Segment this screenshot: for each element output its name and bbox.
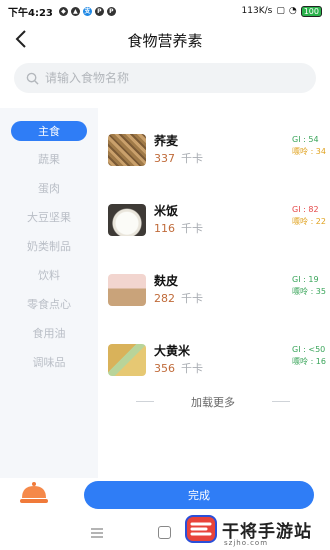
gi-info: GI : 82 嘌呤 : 22 xyxy=(292,204,326,228)
search-bar[interactable] xyxy=(14,63,316,93)
food-image-millet xyxy=(108,344,146,376)
food-calories: 282 千卡 xyxy=(154,290,203,306)
gi-value: GI : 54 xyxy=(292,135,319,144)
search-icon xyxy=(26,72,39,85)
food-list-item[interactable]: 大黄米 356 千卡 GI : <50 嘌呤 : 16 xyxy=(98,338,330,388)
category-label: 零食点心 xyxy=(27,298,71,311)
category-item-egg-meat[interactable]: 蛋肉 xyxy=(0,177,98,199)
gi-info: GI : <50 嘌呤 : 16 xyxy=(292,344,326,368)
load-more-button[interactable]: 加载更多 xyxy=(136,394,290,410)
purine-value: 嘌呤 : 34 xyxy=(292,147,326,156)
category-item-dairy[interactable]: 奶类制品 xyxy=(0,235,98,257)
food-image-rice xyxy=(108,204,146,236)
gi-value: GI : 82 xyxy=(292,205,319,214)
no-sim-icon: ▢ xyxy=(276,6,285,16)
food-name: 荞麦 xyxy=(154,134,179,148)
category-item-soy-nuts[interactable]: 大豆坚果 xyxy=(0,206,98,228)
food-nutrition-page: 下午4:23 ◆ ▲ 支 P P 113K/s ▢ ◔ 100 食物营养素 请输… xyxy=(0,0,330,550)
category-label: 主食 xyxy=(11,121,87,141)
battery-icon: 100 xyxy=(300,5,322,17)
watermark-sub: szjho.com xyxy=(224,539,269,547)
header: 食物营养素 xyxy=(0,22,330,56)
wifi-icon: ◔ xyxy=(288,6,297,16)
calorie-value: 116 xyxy=(154,222,175,235)
food-list: 荞麦 337 千卡 GI : 54 嘌呤 : 34 米饭 116 千卡 GI : 8… xyxy=(98,108,330,478)
watermark: 干将手游站 szjho.com xyxy=(184,512,312,547)
status-app-icons: ◆ ▲ 支 P P xyxy=(58,6,116,16)
purine-value: 嘌呤 : 16 xyxy=(292,357,326,366)
food-image-buckwheat xyxy=(108,134,146,166)
menu-icon[interactable] xyxy=(90,528,104,538)
category-label: 蛋肉 xyxy=(38,182,60,195)
app-notification-icon: ▲ xyxy=(70,6,80,16)
home-square-icon[interactable] xyxy=(158,526,171,539)
category-sidebar: 主食 蔬果 蛋肉 大豆坚果 奶类制品 饮料 零食点心 食用油 调味品 xyxy=(0,108,98,478)
calorie-unit: 千卡 xyxy=(181,222,203,235)
category-label: 大豆坚果 xyxy=(27,211,71,224)
category-item-oil[interactable]: 食用油 xyxy=(0,322,98,344)
food-cover-icon[interactable] xyxy=(18,480,50,506)
gi-info: GI : 54 嘌呤 : 34 xyxy=(292,134,326,158)
calorie-unit: 千卡 xyxy=(181,292,203,305)
category-label: 食用油 xyxy=(32,327,66,340)
p-app-icon: P xyxy=(106,6,116,16)
category-label: 奶类制品 xyxy=(27,240,71,253)
search-input[interactable] xyxy=(45,71,295,85)
category-label: 蔬果 xyxy=(38,153,60,166)
done-button[interactable]: 完成 xyxy=(84,481,314,509)
calorie-unit: 千卡 xyxy=(181,152,203,165)
category-item-snacks[interactable]: 零食点心 xyxy=(0,293,98,315)
gi-value: GI : 19 xyxy=(292,275,319,284)
watermark-logo-icon xyxy=(185,515,217,543)
purine-value: 嘌呤 : 35 xyxy=(292,287,326,296)
shield-icon: ◆ xyxy=(58,6,68,16)
calorie-value: 356 xyxy=(154,362,175,375)
category-item-staple[interactable]: 主食 xyxy=(0,120,98,142)
food-calories: 356 千卡 xyxy=(154,360,203,376)
purine-value: 嘌呤 : 22 xyxy=(292,217,326,226)
p-app-icon: P xyxy=(94,6,104,16)
calorie-value: 282 xyxy=(154,292,175,305)
food-list-item[interactable]: 荞麦 337 千卡 GI : 54 嘌呤 : 34 xyxy=(98,128,330,178)
page-title: 食物营养素 xyxy=(127,32,203,50)
category-label: 饮料 xyxy=(38,269,60,282)
status-bar: 下午4:23 ◆ ▲ 支 P P 113K/s ▢ ◔ 100 xyxy=(0,0,330,22)
network-speed: 113K/s xyxy=(241,6,273,16)
status-right: 113K/s ▢ ◔ 100 xyxy=(241,5,322,17)
watermark-text: 干将手游站 xyxy=(222,521,312,542)
category-label: 调味品 xyxy=(32,356,66,369)
food-name: 大黄米 xyxy=(154,344,191,358)
food-image-bran xyxy=(108,274,146,306)
gi-value: GI : <50 xyxy=(292,345,326,354)
category-item-drinks[interactable]: 饮料 xyxy=(0,264,98,286)
alipay-icon: 支 xyxy=(82,6,92,16)
food-list-item[interactable]: 麸皮 282 千卡 GI : 19 嘌呤 : 35 xyxy=(98,268,330,318)
calorie-value: 337 xyxy=(154,152,175,165)
food-name: 米饭 xyxy=(154,204,179,218)
gi-info: GI : 19 嘌呤 : 35 xyxy=(292,274,326,298)
food-list-item[interactable]: 米饭 116 千卡 GI : 82 嘌呤 : 22 xyxy=(98,198,330,248)
food-calories: 116 千卡 xyxy=(154,220,203,236)
food-name: 麸皮 xyxy=(154,274,179,288)
status-time: 下午4:23 xyxy=(8,7,53,19)
category-item-fruit-veg[interactable]: 蔬果 xyxy=(0,148,98,170)
food-calories: 337 千卡 xyxy=(154,150,203,166)
calorie-unit: 千卡 xyxy=(181,362,203,375)
category-item-seasoning[interactable]: 调味品 xyxy=(0,351,98,373)
